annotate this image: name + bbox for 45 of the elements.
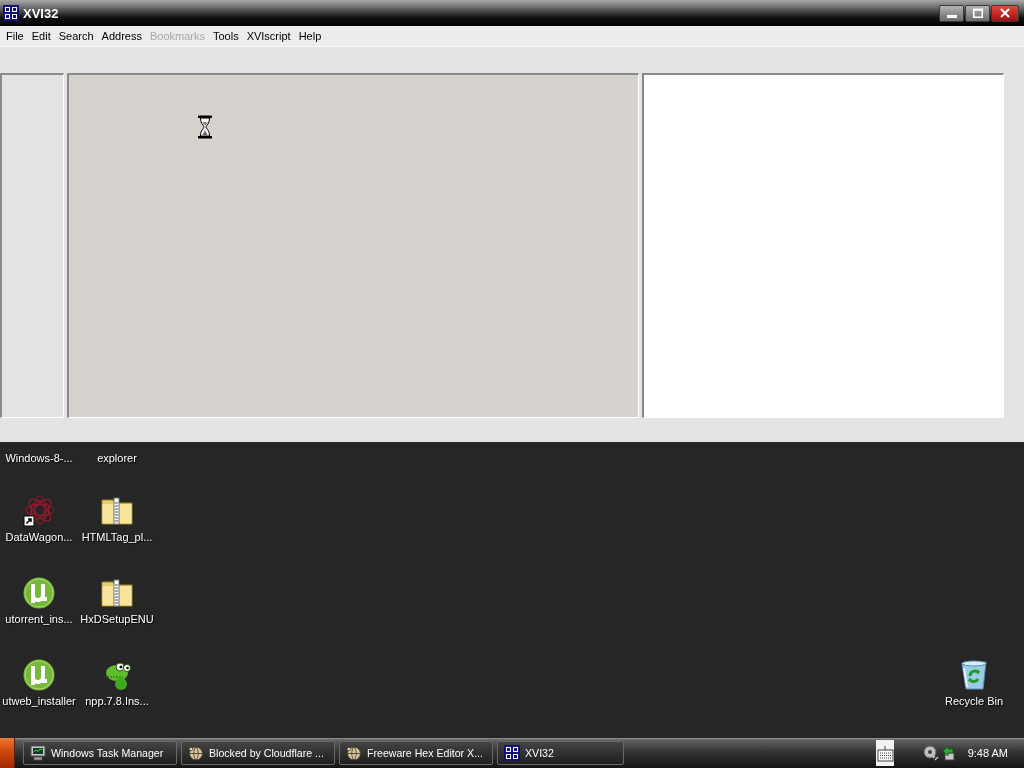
zip-folder-icon[interactable]: [101, 577, 133, 609]
close-button[interactable]: [991, 4, 1019, 22]
globe-icon: [346, 745, 362, 761]
icon-label[interactable]: explorer: [97, 452, 137, 465]
icon-label[interactable]: utweb_installer: [2, 695, 76, 708]
maximize-button[interactable]: [965, 4, 990, 22]
minimize-button[interactable]: [939, 4, 964, 22]
lizard-icon[interactable]: [101, 659, 133, 691]
menu-item[interactable]: File: [2, 28, 28, 44]
zip-folder-icon[interactable]: [101, 495, 133, 527]
icon-label[interactable]: DataWagon...: [5, 531, 73, 544]
icon-label[interactable]: Recycle Bin: [944, 695, 1004, 708]
start-button[interactable]: [0, 738, 15, 768]
icon-label[interactable]: npp.7.8.Ins...: [85, 695, 149, 708]
taskbar-button[interactable]: Freeware Hex Editor X...: [339, 741, 493, 765]
spiral-shortcut-icon[interactable]: [23, 495, 55, 527]
mu-logo-icon[interactable]: [23, 577, 55, 609]
window-title: XVI32: [23, 5, 59, 21]
menu-item[interactable]: XVIscript: [242, 28, 295, 44]
icon-label[interactable]: Windows-8-...: [5, 452, 73, 465]
icon-label[interactable]: HxDSetupENU: [80, 613, 154, 626]
disc-icon[interactable]: [922, 745, 939, 761]
menu-item[interactable]: Address: [97, 28, 146, 44]
globe-icon: [188, 745, 204, 761]
app-icon: [3, 5, 19, 21]
mu-logo-icon[interactable]: [23, 659, 55, 691]
network-icon[interactable]: [940, 745, 957, 761]
menu-item[interactable]: Edit: [27, 28, 55, 44]
menu-item[interactable]: Tools: [208, 28, 243, 44]
close-icon: [1000, 8, 1010, 18]
taskbar-button[interactable]: Windows Task Manager: [23, 741, 177, 765]
app-icon: [504, 745, 520, 761]
menu-item[interactable]: Search: [54, 28, 98, 44]
hourglass-icon: [197, 115, 213, 139]
monitor-icon: [30, 745, 46, 761]
taskbar-button[interactable]: XVI32: [497, 741, 624, 765]
icon-label[interactable]: HTMLTag_pl...: [81, 531, 153, 544]
taskbar-button[interactable]: Blocked by Cloudflare ...: [181, 741, 335, 765]
menu-item[interactable]: Help: [294, 28, 326, 44]
recycle-bin-icon[interactable]: [958, 659, 990, 691]
icon-label[interactable]: utorrent_ins...: [5, 613, 73, 626]
keyboard-icon[interactable]: [875, 740, 894, 766]
clock: 9:48 AM: [967, 747, 1008, 759]
minimize-icon: [946, 14, 957, 18]
maximize-icon: [972, 8, 983, 18]
